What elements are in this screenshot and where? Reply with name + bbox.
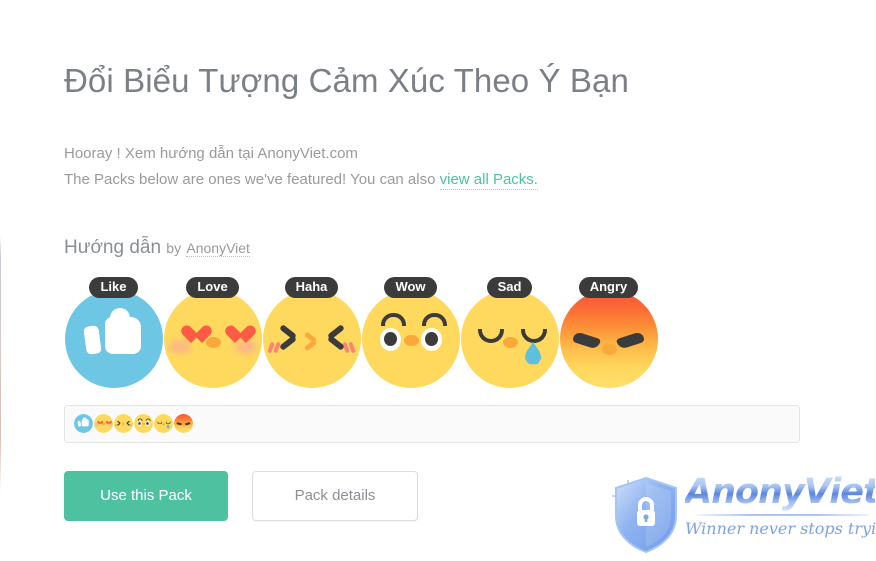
mini-reaction-like[interactable] (74, 414, 93, 434)
reaction-label-like: Like (89, 276, 138, 298)
reaction-label-angry: Angry (578, 276, 639, 298)
view-all-packs-link[interactable]: view all Packs. (439, 170, 538, 190)
nose-shape (205, 336, 221, 348)
page-content: Đổi Biểu Tượng Cảm Xúc Theo Ý Bạn Hooray… (64, 0, 824, 521)
reaction-preview-row: Like Love Haha Wow Sad Angry (64, 276, 824, 388)
tear-drop-icon (524, 341, 542, 365)
reaction-like[interactable]: Like (64, 276, 163, 388)
mini-reaction-angry[interactable] (174, 414, 193, 434)
reaction-love[interactable]: Love (163, 276, 262, 388)
haha-mouth-shape (303, 331, 320, 352)
watermark-divider (697, 514, 869, 516)
sad-eye-left-icon (477, 328, 504, 343)
page-left-edge-line (0, 0, 1, 561)
reaction-haha[interactable]: Haha (262, 276, 361, 388)
like-face-icon (64, 289, 163, 388)
watermark-brand: AnonyViet (685, 472, 876, 512)
use-this-pack-button[interactable]: Use this Pack (64, 470, 228, 521)
reaction-angry[interactable]: Angry (559, 276, 658, 388)
reaction-mini-strip (64, 404, 800, 443)
wow-brow-left-shape (380, 312, 406, 326)
intro-line-2: The Packs below are ones we've featured!… (64, 167, 824, 193)
thumb-finger-shape (109, 307, 130, 332)
shield-lock-icon (610, 474, 682, 556)
pack-name: Hướng dẫn (64, 236, 162, 258)
watermark-text-block: AnonyViet Winner never stops trying (685, 472, 876, 538)
pack-author-link[interactable]: AnonyViet (186, 239, 250, 257)
mini-reaction-sad[interactable] (154, 414, 173, 434)
reaction-label-sad: Sad (486, 276, 533, 298)
haha-face-icon (262, 289, 361, 388)
angry-brow-right-shape (615, 330, 645, 350)
pack-by-label: by (166, 239, 182, 256)
mini-reaction-haha[interactable] (114, 414, 133, 434)
wow-face-icon (361, 289, 460, 388)
thumb-cuff-shape (82, 324, 102, 355)
intro-block: Hooray ! Xem hướng dẫn tại AnonyViet.com… (64, 141, 824, 193)
love-face-icon (163, 289, 262, 388)
pack-heading: Hướng dẫn by AnonyViet (64, 237, 824, 259)
heart-eye-right-icon (225, 326, 246, 345)
intro-line-1: Hooray ! Xem hướng dẫn tại AnonyViet.com (64, 144, 358, 162)
mini-reaction-wow[interactable] (134, 414, 153, 434)
nose-shape (403, 334, 419, 346)
anonyviet-watermark: AnonyViet Winner never stops trying (600, 468, 876, 561)
page-title: Đổi Biểu Tượng Cảm Xúc Theo Ý Bạn (64, 62, 629, 99)
reaction-label-haha: Haha (284, 276, 339, 298)
nose-shape (502, 336, 518, 348)
mini-reaction-love[interactable] (94, 414, 113, 434)
wow-brow-right-shape (421, 312, 447, 326)
reaction-label-wow: Wow (384, 276, 437, 298)
reaction-sad[interactable]: Sad (460, 276, 559, 388)
haha-eye-right-icon (326, 323, 346, 351)
sad-eye-right-icon (520, 328, 547, 343)
haha-eye-left-icon (278, 323, 298, 351)
angry-brow-left-shape (571, 330, 601, 350)
wow-eye-right-icon (420, 327, 442, 351)
pack-details-button[interactable]: Pack details (252, 470, 418, 521)
angry-face-icon (559, 289, 658, 388)
reaction-wow[interactable]: Wow (361, 276, 460, 388)
watermark-tagline: Winner never stops trying (685, 519, 876, 538)
nose-shape (601, 343, 617, 355)
wow-eye-left-icon (379, 327, 401, 351)
heart-eye-left-icon (181, 326, 202, 345)
intro-line-2-text: The Packs below are ones we've featured!… (64, 170, 440, 188)
reaction-label-love: Love (186, 276, 239, 298)
sad-face-icon (460, 289, 559, 388)
